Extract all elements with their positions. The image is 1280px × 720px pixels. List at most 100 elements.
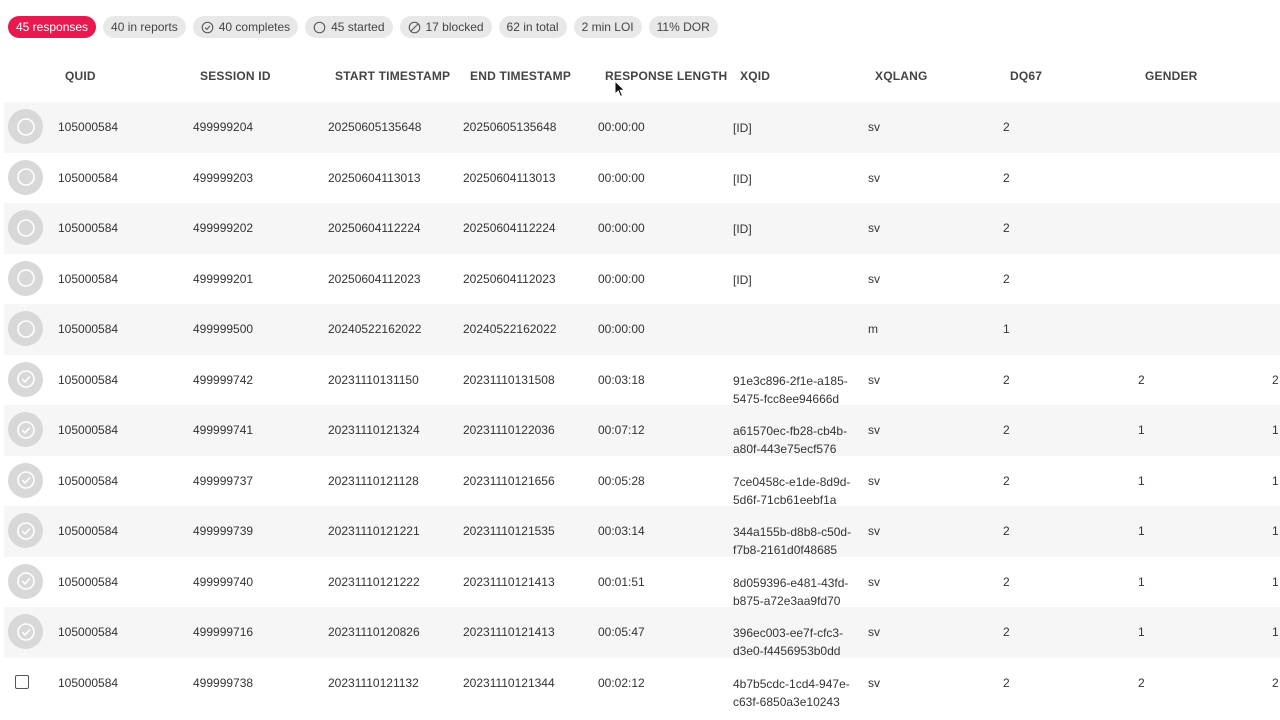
cell-session: 499999737 — [193, 473, 254, 488]
cell-start: 20231110121221 — [328, 524, 420, 538]
cell-session: 499999716 — [193, 625, 254, 639]
complete-status-icon[interactable] — [8, 614, 43, 649]
cell-length: 00:00:00 — [598, 120, 645, 134]
started-status-icon[interactable] — [8, 159, 43, 195]
column-header[interactable]: XQLANG — [875, 69, 928, 83]
cell-session: 499999500 — [193, 322, 254, 336]
table-row[interactable]: 105000584 499999741 20231110121324 20231110… — [4, 405, 1280, 456]
cell-quid: 105000584 — [58, 322, 119, 336]
filter-chip[interactable]: 11% DOR — [648, 16, 718, 38]
cell-end: 20231110122036 — [463, 423, 555, 437]
filter-chip[interactable]: 40 in reports — [103, 16, 186, 38]
cell-end: 20250604113013 — [463, 170, 556, 185]
complete-status-icon[interactable] — [8, 563, 43, 599]
complete-status-icon[interactable] — [8, 462, 43, 498]
cell-session: 499999739 — [193, 524, 254, 538]
started-status-icon[interactable] — [8, 210, 43, 245]
column-header[interactable]: SESSION ID — [200, 69, 271, 83]
table-row[interactable]: 105000584 499999500 20240522162022 20240522… — [4, 304, 1280, 355]
cell-dq67: 2 — [1003, 574, 1010, 589]
table-row[interactable]: 105000584 499999738 20231110121132 20231110… — [4, 658, 1280, 709]
check-circle-icon — [201, 21, 214, 34]
cell-quid: 105000584 — [58, 524, 119, 538]
cell-end: 20250604112023 — [463, 271, 556, 286]
filter-chip[interactable]: 45 started — [305, 16, 393, 38]
cell-length: 00:02:12 — [598, 675, 645, 690]
cell-lang: sv — [868, 625, 880, 639]
cell-session: 499999741 — [193, 423, 254, 437]
complete-status-icon[interactable] — [8, 412, 43, 447]
table-row[interactable]: 105000584 499999742 20231110131150 20231110… — [4, 355, 1280, 406]
cell-length: 00:07:12 — [598, 423, 645, 437]
complete-status-icon[interactable] — [8, 513, 43, 548]
table-row[interactable]: 105000584 499999204 20250605135648 20250605… — [4, 102, 1280, 153]
cell-start: 20250604113013 — [328, 170, 421, 185]
cell-dq67: 2 — [1003, 170, 1010, 185]
cell-extra: 2 — [1272, 675, 1279, 690]
circle-icon — [313, 21, 326, 34]
row-select-checkbox[interactable] — [15, 674, 29, 689]
started-status-icon[interactable] — [8, 260, 43, 296]
filter-chip-label: 62 in total — [506, 20, 559, 34]
cell-gender: 1 — [1138, 423, 1145, 437]
cell-lang: sv — [868, 170, 880, 185]
filter-chip-label: 40 in reports — [111, 20, 178, 34]
column-header[interactable]: GENDER — [1145, 69, 1198, 83]
table-row[interactable]: 105000584 499999740 20231110121222 20231110… — [4, 557, 1280, 608]
cell-start: 20231110121132 — [328, 675, 419, 690]
filter-chip-label: 11% DOR — [656, 20, 710, 34]
responses-table: 105000584 499999204 20250605135648 20250605… — [4, 102, 1280, 709]
filter-chip[interactable]: 17 blocked — [399, 16, 492, 38]
table-row[interactable]: 105000584 499999201 20250604112023 20250604… — [4, 254, 1280, 305]
cell-end: 20231110131508 — [463, 372, 555, 387]
cell-dq67: 2 — [1003, 221, 1010, 235]
cell-quid: 105000584 — [58, 221, 119, 235]
mouse-cursor-icon — [614, 80, 626, 98]
table-row[interactable]: 105000584 499999739 20231110121221 20231110… — [4, 506, 1280, 557]
cell-xqid: 91e3c896-2f1e-a185-5475-fcc8ee94666d — [733, 373, 848, 406]
cell-end: 20250604112224 — [463, 221, 556, 235]
table-row[interactable]: 105000584 499999737 20231110121128 20231110… — [4, 456, 1280, 507]
filter-chip[interactable]: 62 in total — [498, 16, 567, 38]
started-status-icon[interactable] — [8, 311, 43, 346]
cell-quid: 105000584 — [58, 675, 119, 690]
cell-quid: 105000584 — [58, 574, 119, 589]
cell-xqid: [ID] — [733, 272, 752, 287]
column-header[interactable]: XQID — [740, 69, 770, 83]
filter-chip[interactable]: 45 responses — [8, 16, 97, 38]
cell-dq67: 2 — [1003, 625, 1010, 639]
cell-end: 20231110121413 — [463, 574, 555, 589]
complete-status-icon[interactable] — [8, 361, 43, 397]
table-row[interactable]: 105000584 499999716 20231110120826 20231110… — [4, 607, 1280, 658]
cell-gender: 2 — [1138, 675, 1145, 690]
cell-start: 20250604112224 — [328, 221, 421, 235]
cell-quid: 105000584 — [58, 473, 119, 488]
cell-session: 499999742 — [193, 372, 254, 387]
cell-xqid: [ID] — [733, 121, 752, 135]
cell-session: 499999203 — [193, 170, 254, 185]
cell-lang: sv — [868, 221, 880, 235]
cell-quid: 105000584 — [58, 372, 119, 387]
cell-extra: 2 — [1272, 372, 1279, 387]
cell-quid: 105000584 — [58, 625, 119, 639]
cell-end: 20231110121413 — [463, 625, 555, 639]
table-row[interactable]: 105000584 499999202 20250604112224 20250604… — [4, 203, 1280, 254]
started-status-icon[interactable] — [8, 109, 43, 144]
cell-xqid: 396ec003-ee7f-cfc3-d3e0-f4456953b0dd — [733, 626, 844, 658]
filter-chip[interactable]: 2 min LOI — [573, 16, 642, 38]
column-header[interactable]: END TIMESTAMP — [470, 69, 571, 83]
cell-dq67: 2 — [1003, 372, 1010, 387]
cell-gender: 1 — [1138, 524, 1145, 538]
cell-length: 00:00:00 — [598, 221, 645, 235]
filter-chip[interactable]: 40 completes — [192, 16, 299, 38]
cell-xqid: [ID] — [733, 222, 752, 236]
filter-chip-label: 45 started — [331, 20, 385, 34]
filter-chip-label: 2 min LOI — [581, 20, 634, 34]
table-row[interactable]: 105000584 499999203 20250604113013 20250604… — [4, 153, 1280, 204]
column-header[interactable]: START TIMESTAMP — [335, 69, 450, 83]
cell-lang: sv — [868, 271, 880, 286]
column-header[interactable]: QUID — [65, 69, 96, 83]
cell-extra: 1 — [1272, 423, 1279, 437]
column-header[interactable]: DQ67 — [1010, 69, 1042, 83]
cell-xqid: 4b7b5cdc-1cd4-947e-c63f-6850a3e10243 — [733, 676, 850, 709]
